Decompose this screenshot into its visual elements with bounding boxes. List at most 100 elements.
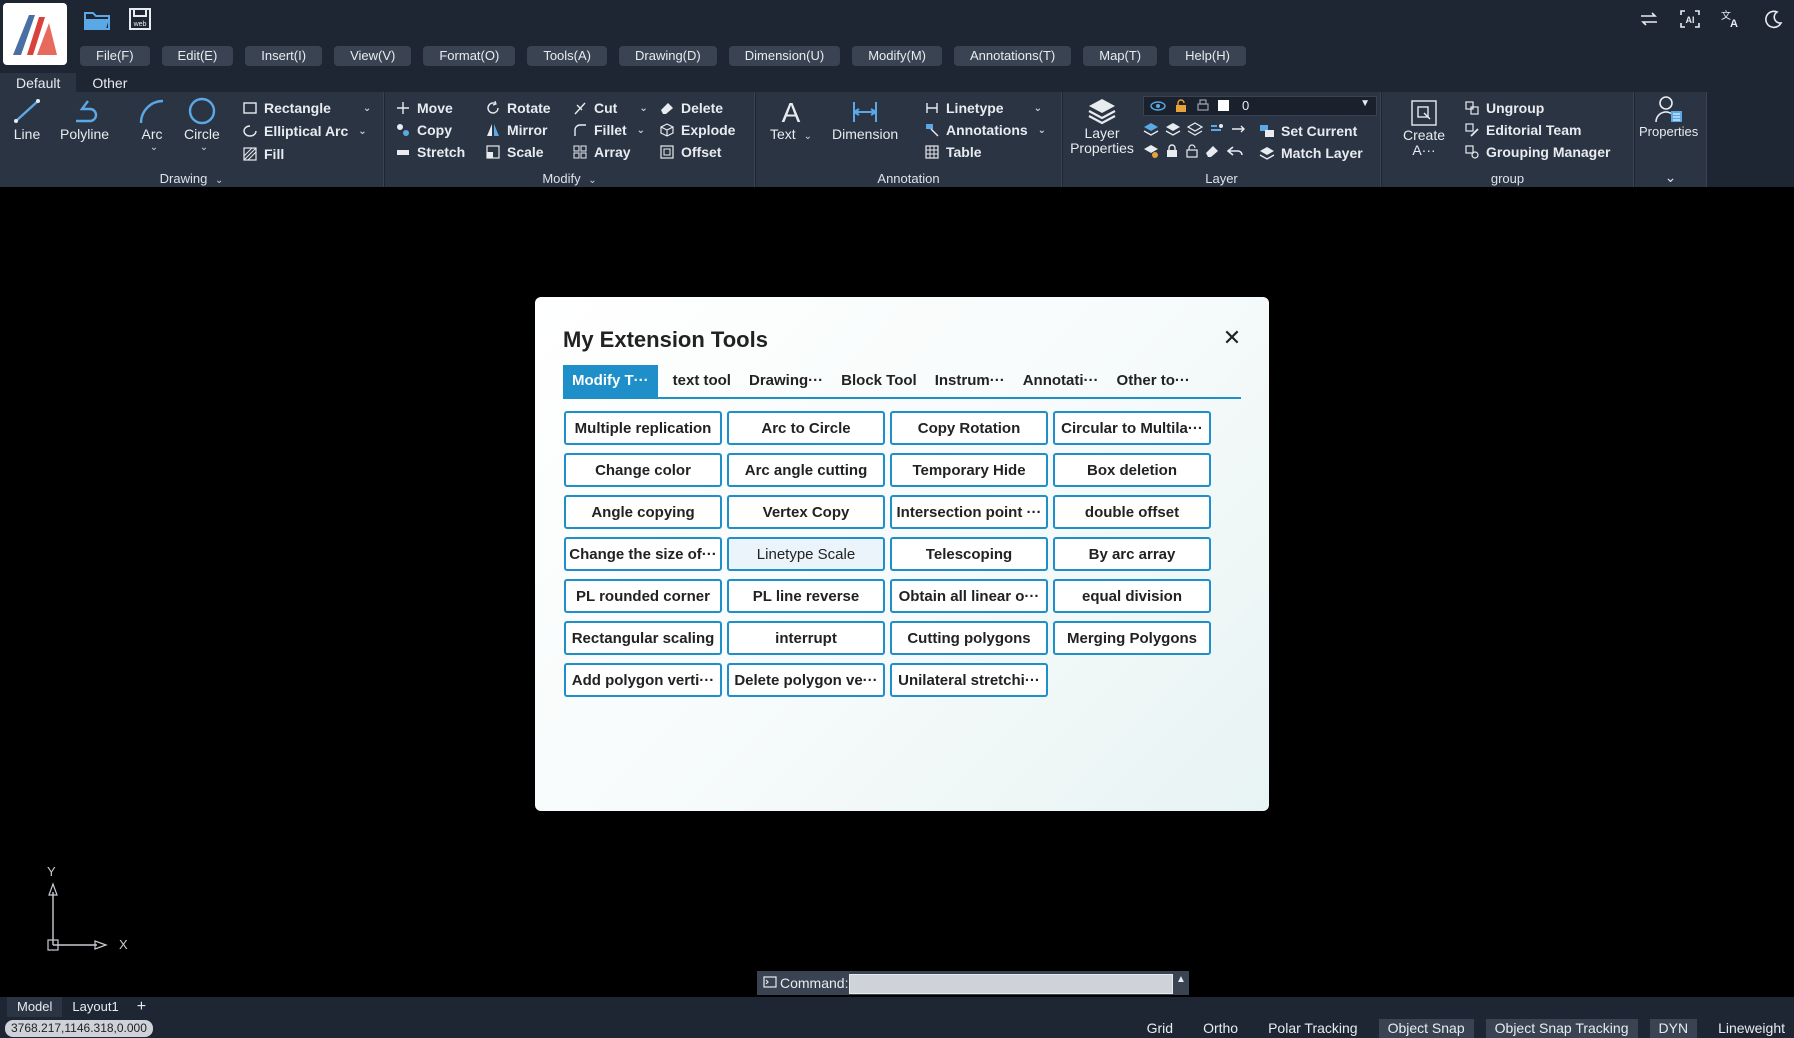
layer-print-icon[interactable] xyxy=(1196,99,1210,116)
explode-button[interactable]: Explode xyxy=(659,120,735,140)
ribbon-tab-other[interactable]: Other xyxy=(76,73,143,93)
angle-copying-button[interactable]: Angle copying xyxy=(564,495,722,529)
layer-unlock-tool-icon[interactable] xyxy=(1185,144,1199,163)
layer-dropdown-caret-icon[interactable]: ▼ xyxy=(1360,98,1370,109)
create-group-button[interactable]: Create A··· xyxy=(1396,98,1452,158)
toggle-grid[interactable]: Grid xyxy=(1138,1019,1182,1038)
text-dropdown-icon[interactable]: ⌄ xyxy=(804,131,812,142)
menu-format[interactable]: Format(O) xyxy=(423,46,516,66)
tab-instrument[interactable]: Instrum··· xyxy=(926,365,1014,397)
obtain-all-linear-button[interactable]: Obtain all linear o··· xyxy=(890,579,1048,613)
rectangle-dropdown-icon[interactable]: ⌄ xyxy=(363,103,371,114)
menu-help[interactable]: Help(H) xyxy=(1169,46,1246,66)
layer-lock-icon[interactable] xyxy=(1174,99,1188,116)
layer-properties-button[interactable]: Layer Properties xyxy=(1065,96,1139,156)
tab-text-tool[interactable]: text tool xyxy=(664,365,740,397)
modify-panel-expand-icon[interactable]: ⌄ xyxy=(588,175,596,186)
layer-delete-icon[interactable] xyxy=(1205,144,1221,163)
change-size-button[interactable]: Change the size of··· xyxy=(564,537,722,571)
circular-to-multilateral-button[interactable]: Circular to Multila··· xyxy=(1053,411,1211,445)
menu-view[interactable]: View(V) xyxy=(334,46,412,66)
tab-annotation[interactable]: Annotati··· xyxy=(1014,365,1108,397)
grouping-manager-button[interactable]: Grouping Manager xyxy=(1464,142,1610,162)
cut-button[interactable]: Cut ⌄ xyxy=(572,98,648,118)
toggle-lineweight[interactable]: Lineweight xyxy=(1709,1019,1794,1038)
menu-insert[interactable]: Insert(I) xyxy=(245,46,323,66)
polyline-button[interactable]: Polyline xyxy=(60,96,109,142)
layer-visible-icon[interactable] xyxy=(1150,99,1166,116)
cut-dropdown-icon[interactable]: ⌄ xyxy=(639,103,647,114)
app-logo-icon[interactable] xyxy=(3,3,67,65)
text-button[interactable]: A Text ⌄ xyxy=(770,96,812,142)
drawing-panel-expand-icon[interactable]: ⌄ xyxy=(215,175,223,186)
temporary-hide-button[interactable]: Temporary Hide xyxy=(890,453,1048,487)
fillet-dropdown-icon[interactable]: ⌄ xyxy=(637,125,645,136)
menu-dimension[interactable]: Dimension(U) xyxy=(728,46,841,66)
modify-panel-title[interactable]: Modify ⌄ xyxy=(385,171,754,186)
toggle-ortho[interactable]: Ortho xyxy=(1194,1019,1247,1038)
mirror-button[interactable]: Mirror xyxy=(485,120,547,140)
switch-icon[interactable] xyxy=(1634,6,1664,32)
ungroup-button[interactable]: Ungroup xyxy=(1464,98,1544,118)
pl-rounded-corner-button[interactable]: PL rounded corner xyxy=(564,579,722,613)
copy-rotation-button[interactable]: Copy Rotation xyxy=(890,411,1048,445)
menu-drawing[interactable]: Drawing(D) xyxy=(619,46,717,66)
circle-button[interactable]: Circle ⌄ xyxy=(184,96,220,153)
rotate-button[interactable]: Rotate xyxy=(485,98,551,118)
arc-to-circle-button[interactable]: Arc to Circle xyxy=(727,411,885,445)
delete-polygon-vertex-button[interactable]: Delete polygon ve··· xyxy=(727,663,885,697)
tab-other-tools[interactable]: Other to··· xyxy=(1108,365,1199,397)
vertex-copy-button[interactable]: Vertex Copy xyxy=(727,495,885,529)
dark-mode-icon[interactable] xyxy=(1758,6,1788,32)
multiple-replication-button[interactable]: Multiple replication xyxy=(564,411,722,445)
properties-expand-icon[interactable]: ⌄ xyxy=(1635,169,1706,186)
tab-block-tool[interactable]: Block Tool xyxy=(832,365,926,397)
menu-modify[interactable]: Modify(M) xyxy=(852,46,942,66)
annotations-dropdown-icon[interactable]: ⌄ xyxy=(1038,125,1046,136)
stretch-button[interactable]: Stretch xyxy=(395,142,465,162)
copy-button[interactable]: Copy xyxy=(395,120,452,140)
linetype-scale-button[interactable]: Linetype Scale xyxy=(727,537,885,571)
ribbon-tab-default[interactable]: Default xyxy=(0,73,77,93)
command-history-icon[interactable]: ▲ xyxy=(1175,974,1187,992)
elliptical-arc-button[interactable]: Elliptical Arc ⌄ xyxy=(242,121,367,141)
change-color-button[interactable]: Change color xyxy=(564,453,722,487)
arc-angle-cutting-button[interactable]: Arc angle cutting xyxy=(727,453,885,487)
toggle-object-snap[interactable]: Object Snap xyxy=(1378,1019,1474,1038)
layer-lock-tool-icon[interactable] xyxy=(1165,144,1179,163)
equal-division-button[interactable]: equal division xyxy=(1053,579,1211,613)
ai-icon[interactable]: AI xyxy=(1675,6,1705,32)
menu-edit[interactable]: Edit(E) xyxy=(161,46,234,66)
match-layer-button[interactable]: Match Layer xyxy=(1259,143,1363,163)
pl-line-reverse-button[interactable]: PL line reverse xyxy=(727,579,885,613)
tab-model[interactable]: Model xyxy=(7,997,63,1017)
layer-unisolate-icon[interactable] xyxy=(1165,122,1181,141)
dimension-button[interactable]: Dimension xyxy=(832,96,898,142)
layer-freeze-icon[interactable] xyxy=(1143,144,1159,163)
drawing-panel-title[interactable]: Drawing ⌄ xyxy=(0,171,383,186)
layer-walk-icon[interactable] xyxy=(1209,122,1225,141)
offset-button[interactable]: Offset xyxy=(659,142,721,162)
command-input[interactable] xyxy=(849,974,1173,994)
layer-dropdown[interactable]: 0 ▼ xyxy=(1143,96,1377,116)
by-arc-array-button[interactable]: By arc array xyxy=(1053,537,1211,571)
double-offset-button[interactable]: double offset xyxy=(1053,495,1211,529)
menu-file[interactable]: File(F) xyxy=(80,46,150,66)
linetype-dropdown-icon[interactable]: ⌄ xyxy=(1034,103,1042,114)
box-deletion-button[interactable]: Box deletion xyxy=(1053,453,1211,487)
menu-annotations[interactable]: Annotations(T) xyxy=(953,46,1072,66)
layer-off-icon[interactable] xyxy=(1186,122,1204,141)
table-button[interactable]: Table xyxy=(924,142,982,162)
translate-icon[interactable]: 文A xyxy=(1716,6,1746,32)
tab-modify-tools[interactable]: Modify T··· xyxy=(563,365,658,397)
toggle-polar-tracking[interactable]: Polar Tracking xyxy=(1259,1019,1366,1038)
toggle-object-snap-tracking[interactable]: Object Snap Tracking xyxy=(1485,1019,1638,1038)
arc-dropdown-icon[interactable]: ⌄ xyxy=(150,142,158,153)
editorial-team-button[interactable]: Editorial Team xyxy=(1464,120,1581,140)
move-button[interactable]: Move xyxy=(395,98,453,118)
menu-map[interactable]: Map(T) xyxy=(1083,46,1158,66)
layer-merge-icon[interactable] xyxy=(1231,122,1247,141)
open-folder-icon[interactable] xyxy=(80,4,114,34)
cutting-polygons-button[interactable]: Cutting polygons xyxy=(890,621,1048,655)
delete-button[interactable]: Delete xyxy=(659,98,723,118)
